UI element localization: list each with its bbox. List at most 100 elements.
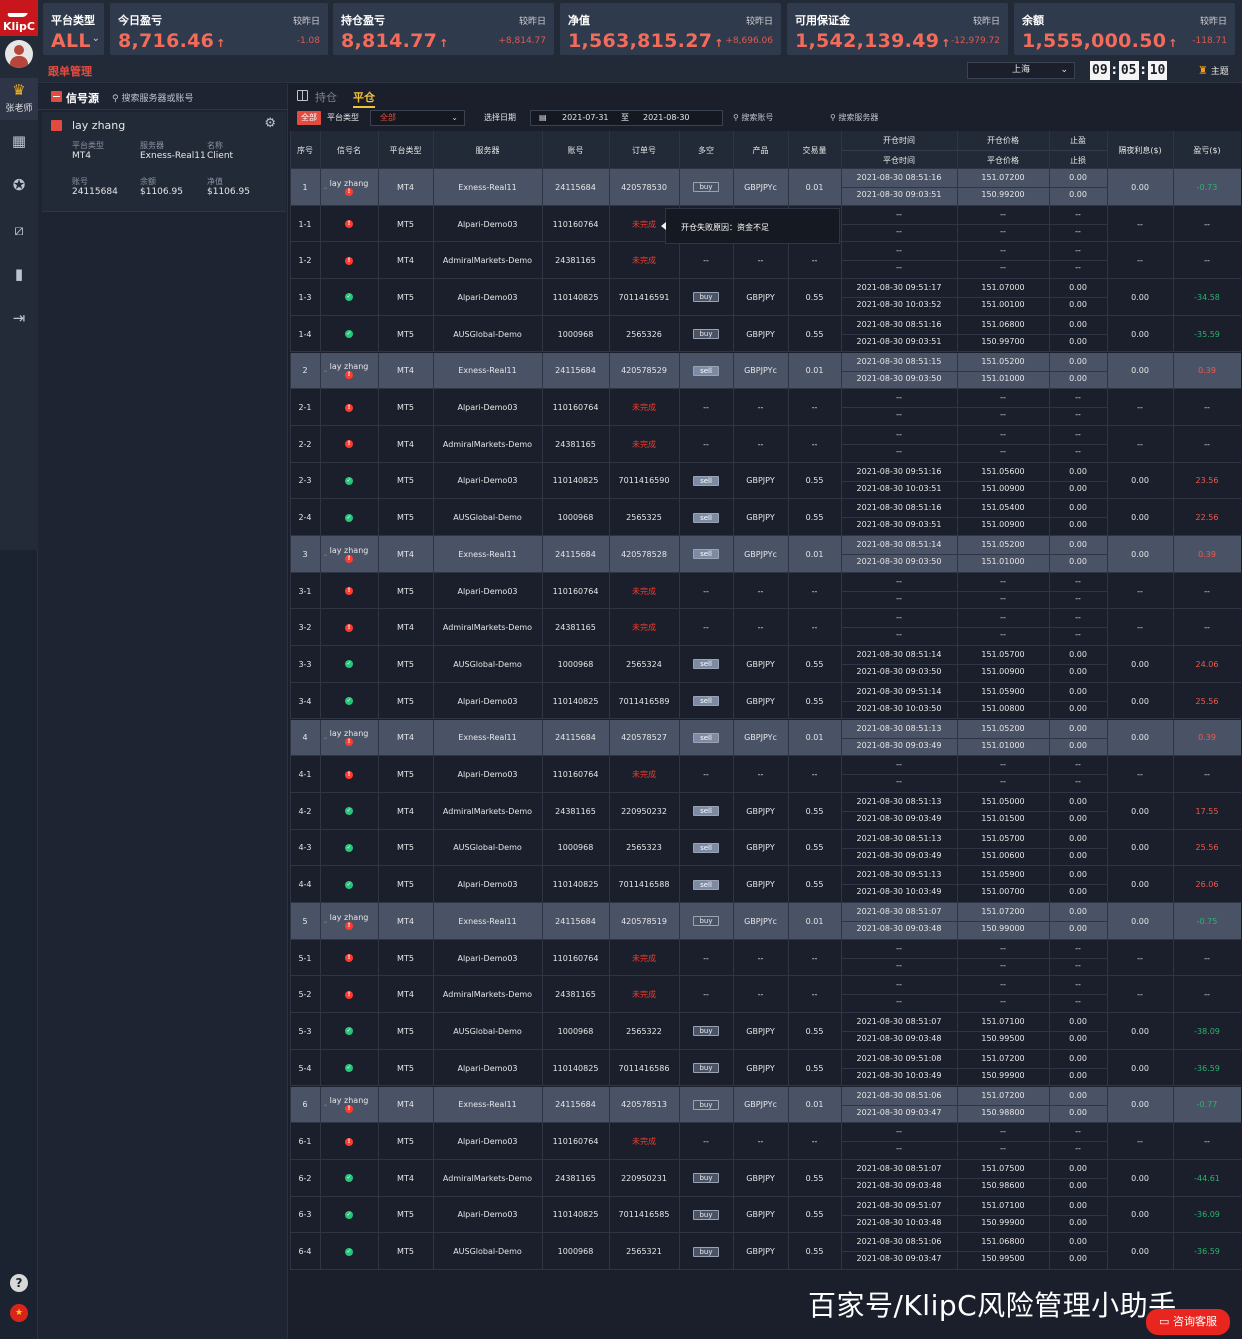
table-row-follower[interactable]: 2-4 ✓ MT5 AUSGlobal-Demo 1000968 2565325 sell G… xyxy=(290,499,1241,536)
table-row-follower[interactable]: 2-1! MT5 Alpari-Demo03 110160764 未完成 -- -- -- --… xyxy=(290,389,1241,426)
table-row-signal[interactable]: 4 ⌄ lay zhang! MT4 Exness-Real11 24115684 4205… xyxy=(290,719,1241,757)
cell-pnl: -34.58 xyxy=(1173,279,1241,316)
column-header-lots[interactable]: 交易量 xyxy=(788,145,841,156)
row-index: 2-2 xyxy=(298,439,312,449)
table-row-signal[interactable]: 5 ⌄ lay zhang! MT4 Exness-Real11 24115684 4205… xyxy=(290,903,1241,940)
cell-order[interactable]: 未完成 xyxy=(609,1123,679,1160)
column-header-account[interactable]: 账号 xyxy=(542,145,609,156)
filter-all-button[interactable]: 全部 xyxy=(297,111,321,125)
server-search-input[interactable]: ⚲ 搜索服务器 xyxy=(830,112,878,123)
table-row-follower[interactable]: 5-2! MT4 AdmiralMarkets-Demo 24381165 未完成 -- -… xyxy=(290,976,1241,1014)
column-header-open-time[interactable]: 开仓时间 xyxy=(841,135,957,146)
chevron-down-icon[interactable]: ⌄ xyxy=(323,184,328,191)
cell-order[interactable]: 未完成 xyxy=(609,389,679,426)
select-all-checkbox[interactable] xyxy=(51,91,62,102)
column-header-product[interactable]: 产品 xyxy=(733,145,788,156)
cell-order[interactable]: 未完成 xyxy=(609,609,679,646)
table-row-follower[interactable]: 3-1! MT5 Alpari-Demo03 110160764 未完成 -- -- -- --… xyxy=(290,572,1241,610)
column-header-swap[interactable]: 隔夜利息($) xyxy=(1107,145,1173,156)
column-header-platform[interactable]: 平台类型 xyxy=(378,145,433,156)
cell-order[interactable]: 未完成 xyxy=(609,940,679,977)
chevron-down-icon[interactable]: ⌄ xyxy=(323,1101,328,1108)
column-header-close-price[interactable]: 平仓价格 xyxy=(957,155,1049,166)
column-header-close-time[interactable]: 平仓时间 xyxy=(841,155,957,166)
cell-order: 7011416589 xyxy=(609,683,679,720)
help-icon[interactable]: ? xyxy=(10,1274,28,1292)
trader-card[interactable]: lay zhang ⚙ 平台类型 MT4 服务器 Exness-Real11 名称 C… xyxy=(42,112,286,212)
klipc-logo[interactable]: KlipC xyxy=(0,0,38,36)
column-divider xyxy=(841,425,842,463)
table-row-follower[interactable]: 5-4 ✓ MT5 Alpari-Demo03 110140825 7011416586 b… xyxy=(290,1049,1241,1087)
chevron-down-icon[interactable]: ⌄ xyxy=(92,33,100,44)
region-select[interactable]: 上海 ⌄ xyxy=(967,62,1075,79)
column-header-order[interactable]: 订单号 xyxy=(609,145,679,156)
chevron-down-icon[interactable]: ⌄ xyxy=(323,918,328,925)
column-header-tp[interactable]: 止损 xyxy=(1049,155,1107,166)
china-flag-icon[interactable]: ★ xyxy=(10,1304,28,1322)
table-row-follower[interactable]: 2-2! MT4 AdmiralMarkets-Demo 24381165 未完成 -- -… xyxy=(290,425,1241,463)
column-header-server[interactable]: 服务器 xyxy=(433,145,542,156)
side-badge: sell xyxy=(693,842,719,853)
table-row-follower[interactable]: 4-2 ✓ MT4 AdmiralMarkets-Demo 24381165 220950… xyxy=(290,792,1241,830)
table-row-signal[interactable]: 1 ⌄ lay zhang! MT4 Exness-Real11 24115684 4205… xyxy=(290,169,1241,206)
panel-toggle-icon[interactable] xyxy=(297,90,308,101)
chevron-down-icon[interactable]: ⌄ xyxy=(323,734,328,741)
chart-icon[interactable]: ⧄ xyxy=(9,220,29,240)
table-row-signal[interactable]: 3 ⌄ lay zhang! MT4 Exness-Real11 24115684 4205… xyxy=(290,536,1241,573)
table-row-follower[interactable]: 5-1! MT5 Alpari-Demo03 110160764 未完成 -- -- -- --… xyxy=(290,939,1241,977)
column-header-side[interactable]: 多空 xyxy=(679,145,733,156)
date-to[interactable]: 2021-08-30 xyxy=(643,111,690,125)
server-value: AUSGlobal-Demo xyxy=(453,1247,522,1257)
cell-swap: 0.00 xyxy=(1107,683,1173,720)
table-row-follower[interactable]: 3-2! MT4 AdmiralMarkets-Demo 24381165 未完成 -- -… xyxy=(290,609,1241,647)
support-button[interactable]: ▭ 咨询客服 xyxy=(1146,1309,1230,1335)
gear-icon[interactable]: ⚙ xyxy=(264,116,276,131)
close-time: 2021-08-30 09:03:50 xyxy=(856,667,942,677)
sub-divider xyxy=(841,1177,957,1179)
column-header-open-price[interactable]: 开仓价格 xyxy=(957,135,1049,146)
table-row-follower[interactable]: 6-1! MT5 Alpari-Demo03 110160764 未完成 -- -- -- --… xyxy=(290,1123,1241,1160)
bar-chart-icon[interactable]: ▮ xyxy=(9,264,29,284)
table-row-follower[interactable]: 3-3 ✓ MT5 AUSGlobal-Demo 1000968 2565324 sell G… xyxy=(290,646,1241,683)
table-row-follower[interactable]: 4-1! MT5 Alpari-Demo03 110160764 未完成 -- -- -- --… xyxy=(290,756,1241,793)
table-row-follower[interactable]: 6-3 ✓ MT5 Alpari-Demo03 110140825 7011416585 b… xyxy=(290,1196,1241,1234)
cell-order[interactable]: 未完成 xyxy=(609,242,679,279)
cell-order[interactable]: 未完成 xyxy=(609,573,679,610)
table-row-follower[interactable]: 1-2! MT4 AdmiralMarkets-Demo 24381165 未完成 -- -… xyxy=(290,242,1241,280)
column-header-signal[interactable]: 信号名 xyxy=(320,145,378,156)
date-from[interactable]: 2021-07-31 xyxy=(562,111,609,125)
table-row-follower[interactable]: 1-4 ✓ MT5 AUSGlobal-Demo 1000968 2565326 buy GB… xyxy=(290,315,1241,353)
table-row-follower[interactable]: 3-4 ✓ MT5 Alpari-Demo03 110140825 7011416589 s… xyxy=(290,682,1241,720)
signal-search-input[interactable]: ⚲ 搜索服务器或账号 xyxy=(112,91,193,104)
chevron-down-icon[interactable]: ⌄ xyxy=(323,551,328,558)
column-header-sl[interactable]: 止盈 xyxy=(1049,135,1107,146)
logout-icon[interactable]: ⇥ xyxy=(9,308,29,328)
cell-order[interactable]: 未完成 xyxy=(609,426,679,463)
cell-order[interactable]: 未完成 xyxy=(609,756,679,793)
table-row-follower[interactable]: 1-3 ✓ MT5 Alpari-Demo03 110140825 7011416591 b… xyxy=(290,279,1241,316)
chevron-down-icon[interactable]: ⌄ xyxy=(323,367,328,374)
table-row-follower[interactable]: 4-4 ✓ MT5 Alpari-Demo03 110140825 7011416588 s… xyxy=(290,866,1241,903)
platform-select[interactable]: 全部 ⌄ xyxy=(370,110,465,126)
table-row-follower[interactable]: 6-4 ✓ MT5 AUSGlobal-Demo 1000968 2565321 buy GB… xyxy=(290,1233,1241,1270)
trader-checkbox[interactable] xyxy=(51,120,62,131)
cell-order[interactable]: 未完成 xyxy=(609,976,679,1013)
badge-icon[interactable]: ✪ xyxy=(9,175,29,195)
table-row-follower[interactable]: 5-3 ✓ MT5 AUSGlobal-Demo 1000968 2565322 buy GB… xyxy=(290,1013,1241,1050)
column-header-pnl[interactable]: 盈亏($) xyxy=(1173,145,1241,156)
table-row-follower[interactable]: 6-2 ✓ MT4 AdmiralMarkets-Demo 24381165 220950… xyxy=(290,1159,1241,1197)
avatar[interactable] xyxy=(5,40,33,68)
table-row-signal[interactable]: 6 ⌄ lay zhang! MT4 Exness-Real11 24115684 4205… xyxy=(290,1086,1241,1124)
table-row-follower[interactable]: 2-3 ✓ MT5 Alpari-Demo03 110140825 7011416590 s… xyxy=(290,462,1241,500)
cell-server: AUSGlobal-Demo xyxy=(433,316,542,353)
date-range-picker[interactable]: ▤ 2021-07-31 至 2021-08-30 xyxy=(530,110,723,126)
column-header-idx[interactable]: 序号 xyxy=(290,145,320,156)
account-search-input[interactable]: ⚲ 搜索账号 xyxy=(733,112,773,123)
theme-button[interactable]: ♜ 主题 xyxy=(1198,64,1229,77)
table-row-signal[interactable]: 2 ⌄ lay zhang! MT4 Exness-Real11 24115684 4205… xyxy=(290,352,1241,390)
dashboard-icon[interactable]: ▦ xyxy=(9,131,29,151)
table-row-follower[interactable]: 4-3 ✓ MT5 AUSGlobal-Demo 1000968 2565323 sell G… xyxy=(290,829,1241,867)
tab-hold[interactable]: 持仓 xyxy=(315,89,337,105)
stat-card[interactable]: 平台类型 ALL ⌄ xyxy=(43,3,104,55)
tab-close[interactable]: 平仓 xyxy=(353,89,375,108)
